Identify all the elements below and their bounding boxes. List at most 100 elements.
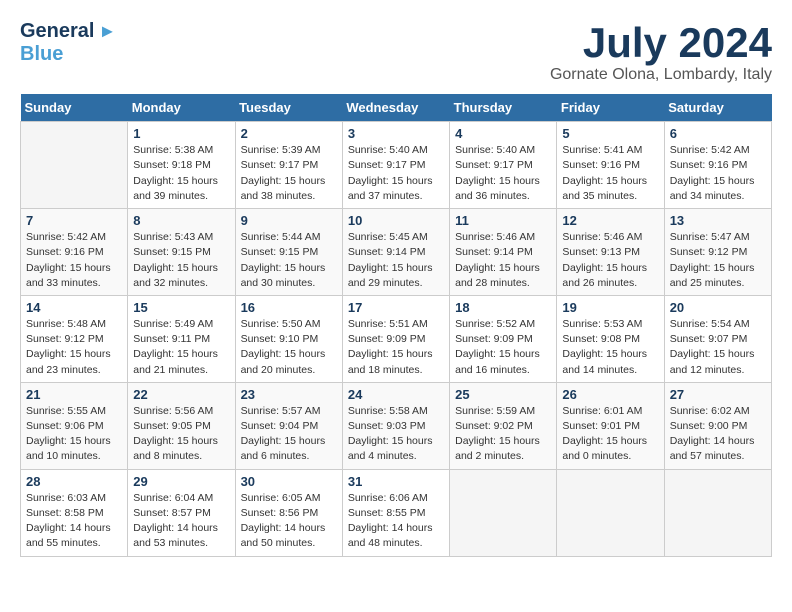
month-title: July 2024 (550, 20, 772, 66)
weekday-header-row: SundayMondayTuesdayWednesdayThursdayFrid… (21, 94, 772, 122)
day-info: Sunrise: 5:45 AM Sunset: 9:14 PM Dayligh… (348, 230, 444, 291)
day-info: Sunrise: 5:52 AM Sunset: 9:09 PM Dayligh… (455, 317, 551, 378)
day-cell: 14 Sunrise: 5:48 AM Sunset: 9:12 PM Dayli… (21, 295, 128, 382)
logo: General ► Blue (20, 20, 116, 66)
day-cell: 2 Sunrise: 5:39 AM Sunset: 9:17 PM Daylig… (235, 122, 342, 209)
day-info: Sunrise: 5:39 AM Sunset: 9:17 PM Dayligh… (241, 143, 337, 204)
day-info: Sunrise: 6:02 AM Sunset: 9:00 PM Dayligh… (670, 404, 766, 465)
day-number: 4 (455, 126, 551, 141)
day-number: 25 (455, 387, 551, 402)
day-info: Sunrise: 5:43 AM Sunset: 9:15 PM Dayligh… (133, 230, 229, 291)
day-number: 12 (562, 213, 658, 228)
day-info: Sunrise: 5:54 AM Sunset: 9:07 PM Dayligh… (670, 317, 766, 378)
calendar-table: SundayMondayTuesdayWednesdayThursdayFrid… (20, 94, 772, 556)
day-cell: 15 Sunrise: 5:49 AM Sunset: 9:11 PM Dayli… (128, 295, 235, 382)
day-number: 1 (133, 126, 229, 141)
day-cell: 28Sunrise: 6:03 AM Sunset: 8:58 PM Dayli… (21, 469, 128, 556)
day-number: 20 (670, 300, 766, 315)
day-cell: 21Sunrise: 5:55 AM Sunset: 9:06 PM Dayli… (21, 382, 128, 469)
day-cell (450, 469, 557, 556)
day-cell: 3Sunrise: 5:40 AM Sunset: 9:17 PM Daylig… (342, 122, 449, 209)
week-row-2: 7Sunrise: 5:42 AM Sunset: 9:16 PM Daylig… (21, 209, 772, 296)
day-info: Sunrise: 5:40 AM Sunset: 9:17 PM Dayligh… (455, 143, 551, 204)
day-info: Sunrise: 5:57 AM Sunset: 9:04 PM Dayligh… (241, 404, 337, 465)
day-number: 27 (670, 387, 766, 402)
day-cell: 26 Sunrise: 6:01 AM Sunset: 9:01 PM Dayli… (557, 382, 664, 469)
day-cell: 27 Sunrise: 6:02 AM Sunset: 9:00 PM Dayli… (664, 382, 771, 469)
day-info: Sunrise: 6:01 AM Sunset: 9:01 PM Dayligh… (562, 404, 658, 465)
day-cell: 9 Sunrise: 5:44 AM Sunset: 9:15 PM Daylig… (235, 209, 342, 296)
day-number: 5 (562, 126, 658, 141)
day-info: Sunrise: 5:46 AM Sunset: 9:14 PM Dayligh… (455, 230, 551, 291)
day-cell: 20 Sunrise: 5:54 AM Sunset: 9:07 PM Dayli… (664, 295, 771, 382)
day-number: 14 (26, 300, 122, 315)
bird-icon: ► (98, 21, 116, 42)
day-info: Sunrise: 5:41 AM Sunset: 9:16 PM Dayligh… (562, 143, 658, 204)
weekday-header-monday: Monday (128, 94, 235, 122)
day-number: 11 (455, 213, 551, 228)
day-info: Sunrise: 5:48 AM Sunset: 9:12 PM Dayligh… (26, 317, 122, 378)
logo-blue-text: Blue (20, 43, 63, 65)
day-cell (21, 122, 128, 209)
location-subtitle: Gornate Olona, Lombardy, Italy (550, 66, 772, 84)
day-info: Sunrise: 5:53 AM Sunset: 9:08 PM Dayligh… (562, 317, 658, 378)
day-info: Sunrise: 6:06 AM Sunset: 8:55 PM Dayligh… (348, 491, 444, 552)
day-cell: 23 Sunrise: 5:57 AM Sunset: 9:04 PM Dayli… (235, 382, 342, 469)
day-info: Sunrise: 5:51 AM Sunset: 9:09 PM Dayligh… (348, 317, 444, 378)
day-info: Sunrise: 6:03 AM Sunset: 8:58 PM Dayligh… (26, 491, 122, 552)
day-number: 16 (241, 300, 337, 315)
day-info: Sunrise: 5:59 AM Sunset: 9:02 PM Dayligh… (455, 404, 551, 465)
day-cell: 31 Sunrise: 6:06 AM Sunset: 8:55 PM Dayli… (342, 469, 449, 556)
day-cell: 10 Sunrise: 5:45 AM Sunset: 9:14 PM Dayli… (342, 209, 449, 296)
day-number: 23 (241, 387, 337, 402)
day-info: Sunrise: 5:44 AM Sunset: 9:15 PM Dayligh… (241, 230, 337, 291)
week-row-1: 1 Sunrise: 5:38 AM Sunset: 9:18 PM Daylig… (21, 122, 772, 209)
weekday-header-saturday: Saturday (664, 94, 771, 122)
day-number: 2 (241, 126, 337, 141)
day-info: Sunrise: 5:47 AM Sunset: 9:12 PM Dayligh… (670, 230, 766, 291)
day-number: 31 (348, 474, 444, 489)
day-cell: 22 Sunrise: 5:56 AM Sunset: 9:05 PM Dayli… (128, 382, 235, 469)
day-info: Sunrise: 5:58 AM Sunset: 9:03 PM Dayligh… (348, 404, 444, 465)
day-number: 13 (670, 213, 766, 228)
day-info: Sunrise: 5:55 AM Sunset: 9:06 PM Dayligh… (26, 404, 122, 465)
day-info: Sunrise: 5:49 AM Sunset: 9:11 PM Dayligh… (133, 317, 229, 378)
day-info: Sunrise: 6:04 AM Sunset: 8:57 PM Dayligh… (133, 491, 229, 552)
day-info: Sunrise: 5:42 AM Sunset: 9:16 PM Dayligh… (670, 143, 766, 204)
day-cell: 24 Sunrise: 5:58 AM Sunset: 9:03 PM Dayli… (342, 382, 449, 469)
day-cell: 18 Sunrise: 5:52 AM Sunset: 9:09 PM Dayli… (450, 295, 557, 382)
day-cell (557, 469, 664, 556)
weekday-header-wednesday: Wednesday (342, 94, 449, 122)
day-number: 29 (133, 474, 229, 489)
day-cell: 29 Sunrise: 6:04 AM Sunset: 8:57 PM Dayli… (128, 469, 235, 556)
day-cell: 13 Sunrise: 5:47 AM Sunset: 9:12 PM Dayli… (664, 209, 771, 296)
day-number: 10 (348, 213, 444, 228)
week-row-3: 14 Sunrise: 5:48 AM Sunset: 9:12 PM Dayli… (21, 295, 772, 382)
day-info: Sunrise: 5:56 AM Sunset: 9:05 PM Dayligh… (133, 404, 229, 465)
logo-general-text: General (20, 20, 94, 43)
day-number: 9 (241, 213, 337, 228)
day-info: Sunrise: 5:46 AM Sunset: 9:13 PM Dayligh… (562, 230, 658, 291)
day-number: 24 (348, 387, 444, 402)
day-number: 3 (348, 126, 444, 141)
week-row-5: 28Sunrise: 6:03 AM Sunset: 8:58 PM Dayli… (21, 469, 772, 556)
day-number: 15 (133, 300, 229, 315)
weekday-header-sunday: Sunday (21, 94, 128, 122)
day-number: 7 (26, 213, 122, 228)
weekday-header-friday: Friday (557, 94, 664, 122)
page-header: General ► Blue July 2024 Gornate Olona, … (20, 20, 772, 84)
day-cell: 25 Sunrise: 5:59 AM Sunset: 9:02 PM Dayli… (450, 382, 557, 469)
day-info: Sunrise: 6:05 AM Sunset: 8:56 PM Dayligh… (241, 491, 337, 552)
day-info: Sunrise: 5:38 AM Sunset: 9:18 PM Dayligh… (133, 143, 229, 204)
day-cell: 4 Sunrise: 5:40 AM Sunset: 9:17 PM Daylig… (450, 122, 557, 209)
day-number: 22 (133, 387, 229, 402)
day-cell: 8Sunrise: 5:43 AM Sunset: 9:15 PM Daylig… (128, 209, 235, 296)
day-number: 18 (455, 300, 551, 315)
weekday-header-tuesday: Tuesday (235, 94, 342, 122)
day-cell: 19 Sunrise: 5:53 AM Sunset: 9:08 PM Dayli… (557, 295, 664, 382)
day-number: 26 (562, 387, 658, 402)
day-cell: 5 Sunrise: 5:41 AM Sunset: 9:16 PM Daylig… (557, 122, 664, 209)
day-number: 19 (562, 300, 658, 315)
day-cell: 12 Sunrise: 5:46 AM Sunset: 9:13 PM Dayli… (557, 209, 664, 296)
weekday-header-thursday: Thursday (450, 94, 557, 122)
